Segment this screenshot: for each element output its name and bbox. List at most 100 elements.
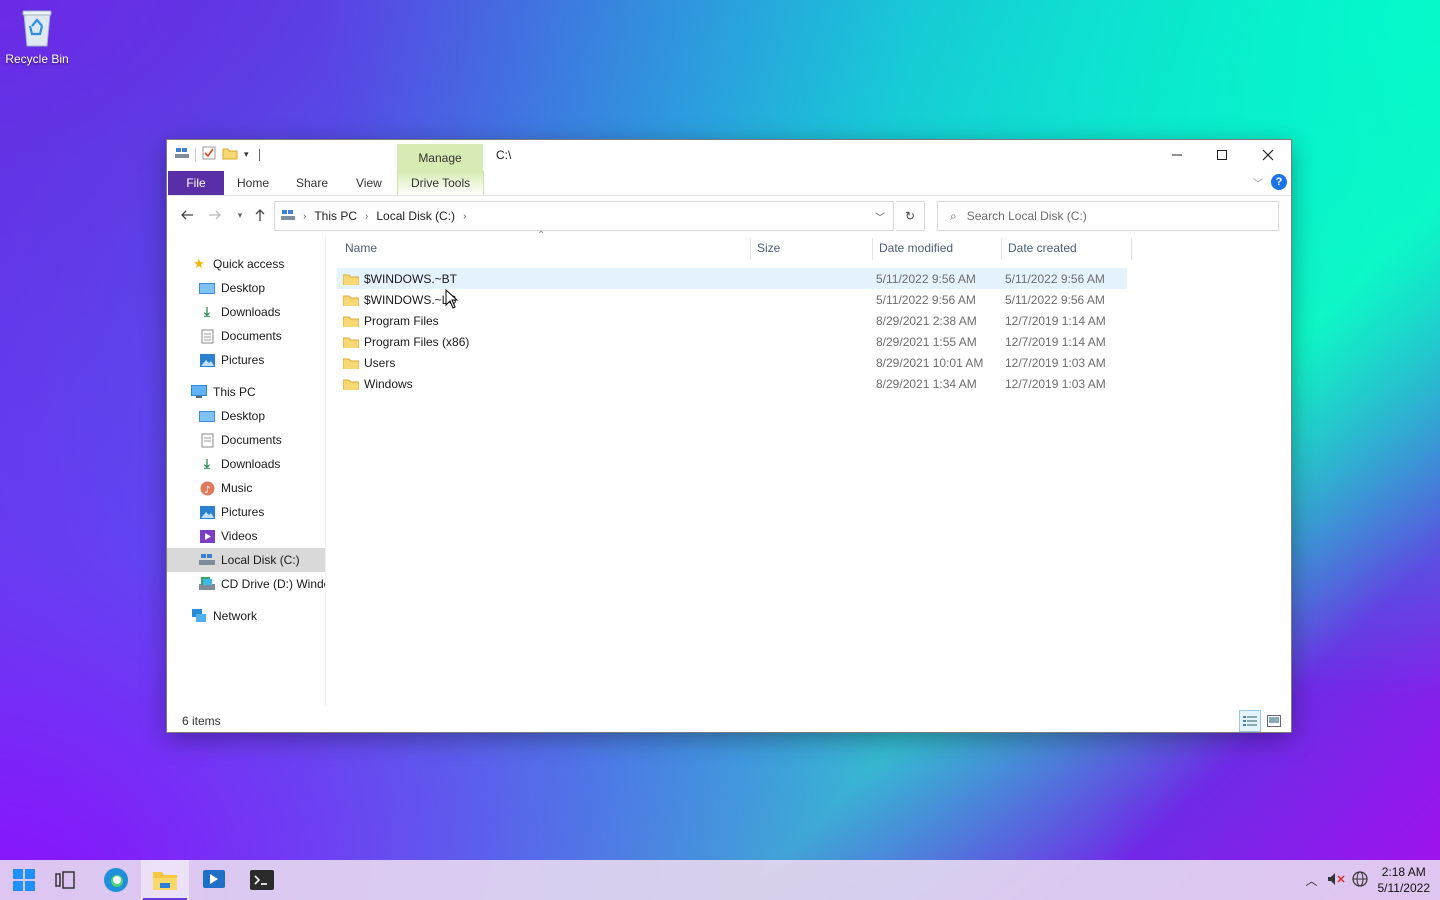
- nav-label: Local Disk (C:): [221, 553, 300, 567]
- folder-icon: [343, 358, 359, 369]
- tab-drive-tools[interactable]: Drive Tools: [397, 171, 485, 195]
- status-item-count: 6 items: [182, 714, 221, 728]
- tab-share[interactable]: Share: [296, 171, 328, 195]
- manage-tab[interactable]: Manage: [397, 144, 483, 172]
- nav-pc-cd-drive[interactable]: CD Drive (D:) Windows: [167, 572, 325, 596]
- table-row[interactable]: Windows 8/29/2021 1:34 AM 12/7/2019 1:03…: [337, 373, 1127, 394]
- this-pc-icon: [281, 209, 295, 224]
- table-row[interactable]: $WINDOWS.~BT 5/11/2022 9:56 AM 5/11/2022…: [337, 268, 1127, 289]
- recycle-bin[interactable]: Recycle Bin: [4, 8, 70, 66]
- help-icon[interactable]: ?: [1271, 174, 1287, 190]
- table-row[interactable]: Program Files (x86) 8/29/2021 1:55 AM 12…: [337, 331, 1127, 352]
- details-view-icon: [1243, 716, 1257, 726]
- large-icons-view-button[interactable]: [1263, 710, 1285, 732]
- tab-file[interactable]: File: [168, 171, 224, 195]
- file-name: $WINDOWS.~LS: [364, 292, 457, 307]
- clock[interactable]: 2:18 AM 5/11/2022: [1378, 864, 1431, 896]
- remote-desktop-button[interactable]: [190, 860, 238, 900]
- nav-this-pc[interactable]: This PC: [167, 380, 325, 404]
- column-divider[interactable]: [872, 238, 873, 260]
- column-header-size[interactable]: Size: [757, 236, 780, 260]
- large-icons-view-icon: [1267, 715, 1281, 727]
- nav-label: Downloads: [221, 305, 281, 319]
- nav-label: CD Drive (D:) Windows: [221, 577, 325, 591]
- nav-label: Pictures: [221, 353, 265, 367]
- maximize-button[interactable]: [1199, 140, 1245, 170]
- network-icon: [191, 608, 207, 624]
- address-bar[interactable]: › This PC › Local Disk (C:) › ﹀: [274, 201, 894, 231]
- column-divider[interactable]: [1131, 238, 1132, 260]
- recent-locations-button[interactable]: ▾: [230, 205, 250, 225]
- file-date-created: 12/7/2019 1:14 AM: [1005, 334, 1106, 349]
- title-bar[interactable]: ▾ Manage C:\: [167, 140, 1291, 172]
- qat-divider: [195, 147, 196, 162]
- back-button[interactable]: [177, 205, 197, 225]
- terminal-button[interactable]: [238, 860, 286, 900]
- crumb-this-pc[interactable]: This PC: [314, 209, 357, 223]
- nav-pc-desktop[interactable]: Desktop: [167, 404, 325, 428]
- properties-icon[interactable]: [202, 146, 216, 163]
- qat-dropdown-icon[interactable]: ▾: [244, 149, 249, 160]
- nav-network[interactable]: Network: [167, 604, 325, 628]
- globe-network-icon[interactable]: [1348, 870, 1372, 890]
- file-date-modified: 5/11/2022 9:56 AM: [876, 271, 976, 286]
- drive-icon: [175, 147, 189, 162]
- nav-pc-downloads[interactable]: ⤓ Downloads: [167, 452, 325, 476]
- nav-qa-desktop[interactable]: Desktop 📌: [167, 276, 325, 300]
- column-divider[interactable]: [750, 238, 751, 260]
- column-divider[interactable]: [1001, 238, 1002, 260]
- expand-ribbon-icon[interactable]: ﹀: [1253, 175, 1263, 190]
- nav-label: This PC: [213, 385, 256, 399]
- nav-qa-pictures[interactable]: Pictures 📌: [167, 348, 325, 372]
- volume-muted-icon[interactable]: [1324, 872, 1348, 889]
- refresh-button[interactable]: ↻: [896, 201, 925, 231]
- nav-pc-pictures[interactable]: Pictures: [167, 500, 325, 524]
- chevron-right-icon[interactable]: ›: [463, 211, 466, 222]
- nav-quick-access[interactable]: ★ Quick access: [167, 252, 325, 276]
- folder-icon: [343, 337, 359, 348]
- forward-button[interactable]: [205, 205, 225, 225]
- column-header-name[interactable]: Name: [345, 236, 377, 260]
- documents-icon: [199, 328, 215, 344]
- file-date-created: 12/7/2019 1:14 AM: [1005, 313, 1106, 328]
- minimize-button[interactable]: [1154, 140, 1200, 170]
- nav-pc-music[interactable]: ♪ Music: [167, 476, 325, 500]
- edge-browser-button[interactable]: [92, 860, 140, 900]
- column-header-date-created[interactable]: Date created: [1008, 236, 1077, 260]
- search-input[interactable]: ⌕ Search Local Disk (C:): [937, 201, 1279, 231]
- videos-icon: [199, 528, 215, 544]
- chevron-up-icon[interactable]: ︿: [1300, 872, 1324, 889]
- table-row[interactable]: Program Files 8/29/2021 2:38 AM 12/7/201…: [337, 310, 1127, 331]
- nav-pc-documents[interactable]: Documents: [167, 428, 325, 452]
- pane-splitter[interactable]: [325, 236, 326, 706]
- crumb-local-disk[interactable]: Local Disk (C:): [376, 209, 455, 223]
- nav-qa-documents[interactable]: Documents 📌: [167, 324, 325, 348]
- close-icon: [1262, 149, 1274, 161]
- new-folder-icon[interactable]: [222, 146, 238, 163]
- tab-view[interactable]: View: [356, 171, 382, 195]
- column-header-date-modified[interactable]: Date modified: [879, 236, 953, 260]
- close-button[interactable]: [1245, 140, 1291, 170]
- system-tray: ︿ 2:18 AM 5/11/2022: [1300, 860, 1440, 900]
- nav-label: Desktop: [221, 281, 266, 295]
- chevron-right-icon[interactable]: ›: [303, 211, 306, 222]
- file-date-modified: 8/29/2021 10:01 AM: [876, 355, 984, 370]
- nav-pc-local-disk[interactable]: Local Disk (C:): [167, 548, 325, 572]
- star-icon: ★: [193, 256, 205, 271]
- details-view-button[interactable]: [1239, 710, 1261, 732]
- chevron-right-icon[interactable]: ›: [365, 211, 368, 222]
- desktop-icon: [199, 280, 215, 296]
- nav-pc-videos[interactable]: Videos: [167, 524, 325, 548]
- tab-home[interactable]: Home: [237, 171, 269, 195]
- nav-qa-downloads[interactable]: ⤓ Downloads 📌: [167, 300, 325, 324]
- file-explorer-button[interactable]: [141, 860, 189, 900]
- address-dropdown-icon[interactable]: ﹀: [875, 209, 885, 224]
- task-view-icon: [55, 871, 75, 889]
- table-row[interactable]: Users 8/29/2021 10:01 AM 12/7/2019 1:03 …: [337, 352, 1127, 373]
- sort-indicator-icon: ⌃: [537, 230, 546, 241]
- file-name: Program Files (x86): [364, 334, 470, 349]
- up-button[interactable]: [250, 205, 270, 225]
- recycle-bin-icon: [20, 8, 54, 48]
- task-view-button[interactable]: [41, 860, 89, 900]
- quick-access-toolbar: ▾: [175, 146, 260, 163]
